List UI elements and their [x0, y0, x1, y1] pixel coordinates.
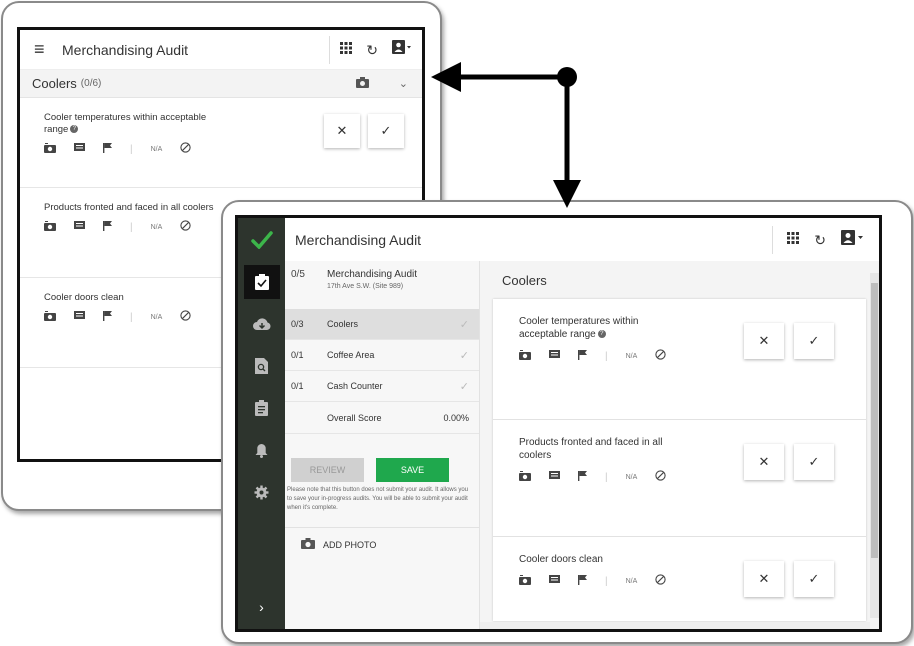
- arrow-head-left: [431, 62, 461, 92]
- arrow-head-down: [553, 180, 581, 208]
- connector-arrow: [431, 62, 581, 208]
- arrow-joint: [557, 67, 577, 87]
